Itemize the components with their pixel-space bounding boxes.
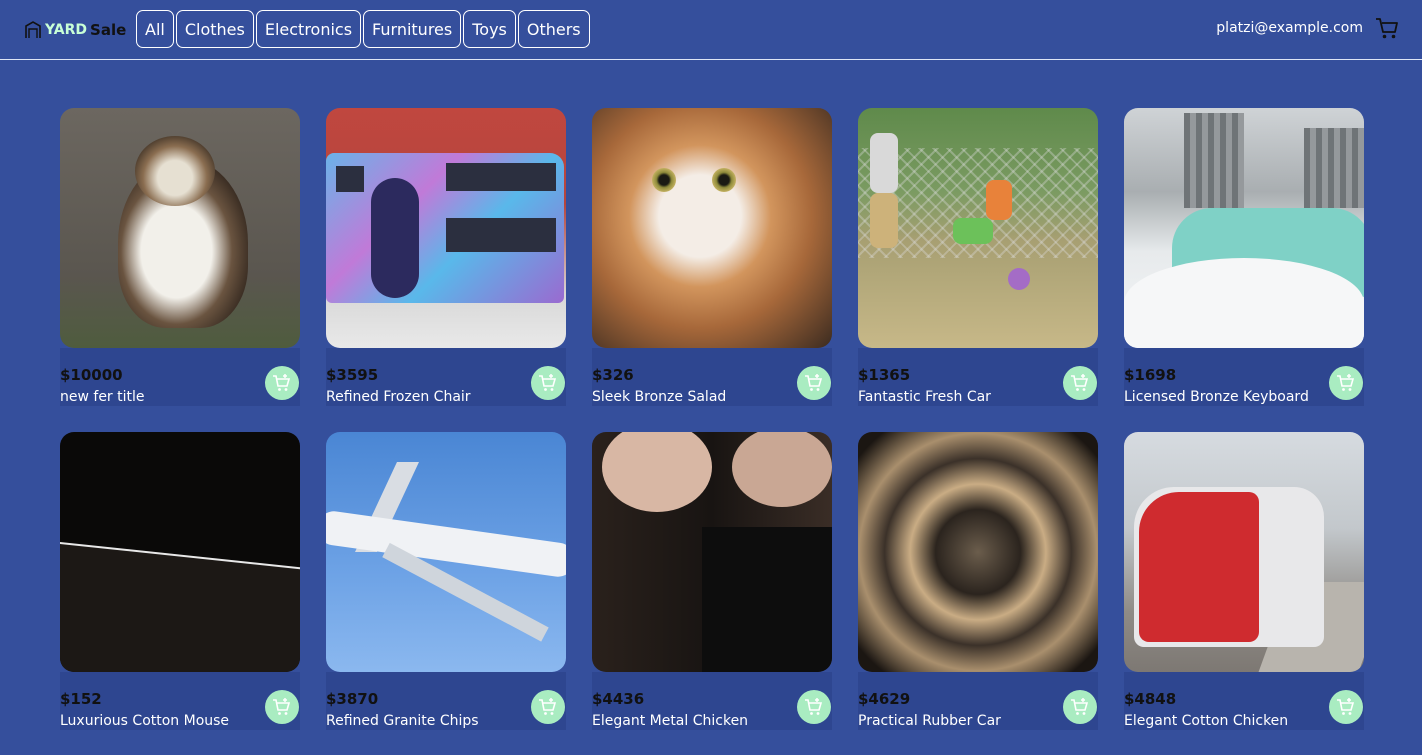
product-price: $1365: [858, 366, 911, 384]
tab-others[interactable]: Others: [517, 10, 590, 48]
cart-icon[interactable]: [1374, 15, 1400, 41]
add-to-cart-button[interactable]: [797, 690, 831, 724]
product-price: $326: [592, 366, 634, 384]
add-to-cart-button[interactable]: [1063, 366, 1097, 400]
category-nav: All Clothes Electronics Furnitures Toys …: [136, 10, 590, 48]
product-title: Fantastic Fresh Car: [858, 389, 991, 405]
add-cart-icon: [273, 374, 291, 391]
product-grid: $10000 new fer title $3595 Refined Froze…: [60, 108, 1364, 730]
add-to-cart-button[interactable]: [1329, 690, 1363, 724]
product-image[interactable]: [858, 432, 1098, 672]
product-title: Refined Granite Chips: [326, 713, 479, 729]
product-card[interactable]: $4629 Practical Rubber Car: [858, 432, 1098, 730]
add-to-cart-button[interactable]: [1063, 690, 1097, 724]
product-price: $4436: [592, 690, 645, 708]
product-title: Practical Rubber Car: [858, 713, 1001, 729]
product-card[interactable]: $4848 Elegant Cotton Chicken: [1124, 432, 1364, 730]
tab-toys[interactable]: Toys: [463, 10, 516, 48]
add-cart-icon: [1337, 698, 1355, 715]
add-to-cart-button[interactable]: [531, 690, 565, 724]
product-price: $152: [60, 690, 102, 708]
product-card[interactable]: $4436 Elegant Metal Chicken: [592, 432, 832, 730]
product-title: Elegant Metal Chicken: [592, 713, 749, 729]
product-title: new fer title: [60, 389, 145, 405]
product-card[interactable]: $1698 Licensed Bronze Keyboard: [1124, 108, 1364, 406]
product-image[interactable]: [592, 432, 832, 672]
product-card[interactable]: $3870 Refined Granite Chips: [326, 432, 566, 730]
add-to-cart-button[interactable]: [531, 366, 565, 400]
product-title: Sleek Bronze Salad: [592, 389, 727, 405]
tab-all[interactable]: All: [136, 10, 174, 48]
product-title: Luxurious Cotton Mouse: [60, 713, 230, 729]
add-to-cart-button[interactable]: [265, 366, 299, 400]
product-price: $3595: [326, 366, 379, 384]
product-card[interactable]: $326 Sleek Bronze Salad: [592, 108, 832, 406]
product-image[interactable]: [1124, 108, 1364, 348]
product-card[interactable]: $152 Luxurious Cotton Mouse: [60, 432, 300, 730]
product-image[interactable]: [326, 432, 566, 672]
product-image[interactable]: [326, 108, 566, 348]
user-email[interactable]: platzi@example.com: [1216, 20, 1363, 36]
product-image[interactable]: [60, 432, 300, 672]
tab-furnitures[interactable]: Furnitures: [363, 10, 462, 48]
add-cart-icon: [273, 698, 291, 715]
add-cart-icon: [1071, 698, 1089, 715]
product-image[interactable]: [1124, 432, 1364, 672]
product-card[interactable]: $10000 new fer title: [60, 108, 300, 406]
add-cart-icon: [539, 374, 557, 391]
product-title: Refined Frozen Chair: [326, 389, 471, 405]
product-image[interactable]: [592, 108, 832, 348]
add-cart-icon: [1337, 374, 1355, 391]
product-price: $4629: [858, 690, 911, 708]
product-image[interactable]: [60, 108, 300, 348]
navbar: YARD Sale All Clothes Electronics Furnit…: [0, 0, 1422, 60]
product-price: $10000: [60, 366, 123, 384]
add-cart-icon: [539, 698, 557, 715]
add-cart-icon: [1071, 374, 1089, 391]
tab-electronics[interactable]: Electronics: [255, 10, 362, 48]
product-price: $3870: [326, 690, 379, 708]
product-image[interactable]: [858, 108, 1098, 348]
brand-yard: YARD: [45, 22, 88, 38]
add-cart-icon: [805, 374, 823, 391]
add-cart-icon: [805, 698, 823, 715]
product-title: Elegant Cotton Chicken: [1124, 713, 1289, 729]
brand-logo[interactable]: YARD Sale: [24, 18, 126, 42]
brand-sale: Sale: [90, 21, 127, 39]
product-card[interactable]: $3595 Refined Frozen Chair: [326, 108, 566, 406]
store-icon: [24, 21, 42, 39]
product-price: $1698: [1124, 366, 1177, 384]
product-price: $4848: [1124, 690, 1177, 708]
add-to-cart-button[interactable]: [265, 690, 299, 724]
tab-clothes[interactable]: Clothes: [175, 10, 254, 48]
product-card[interactable]: $1365 Fantastic Fresh Car: [858, 108, 1098, 406]
add-to-cart-button[interactable]: [1329, 366, 1363, 400]
product-title: Licensed Bronze Keyboard: [1124, 389, 1309, 405]
add-to-cart-button[interactable]: [797, 366, 831, 400]
